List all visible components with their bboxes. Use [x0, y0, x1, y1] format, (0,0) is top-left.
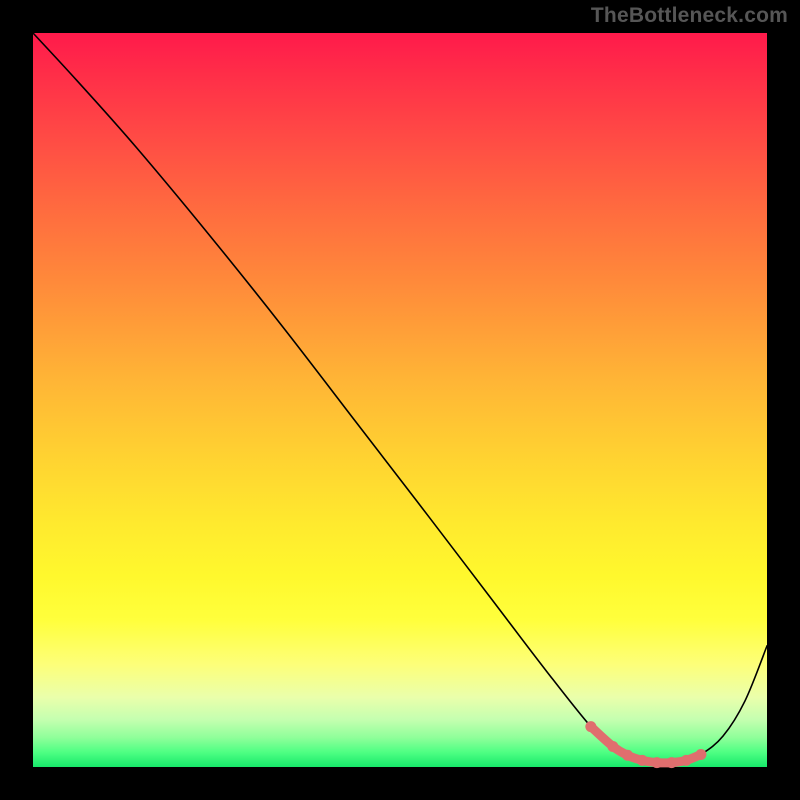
plot-area [33, 33, 767, 767]
optimal-dot [607, 741, 618, 752]
chart-stage: TheBottleneck.com [0, 0, 800, 800]
optimal-dot [681, 755, 692, 766]
bottleneck-curve [33, 33, 767, 763]
optimal-range-dots [585, 721, 706, 768]
optimal-dot [695, 749, 706, 760]
curve-layer [33, 33, 767, 767]
optimal-dot [637, 755, 648, 766]
optimal-dot [585, 721, 596, 732]
optimal-dot [622, 750, 633, 761]
optimal-dot [651, 757, 662, 768]
optimal-dot [666, 757, 677, 768]
watermark-text: TheBottleneck.com [591, 4, 788, 28]
